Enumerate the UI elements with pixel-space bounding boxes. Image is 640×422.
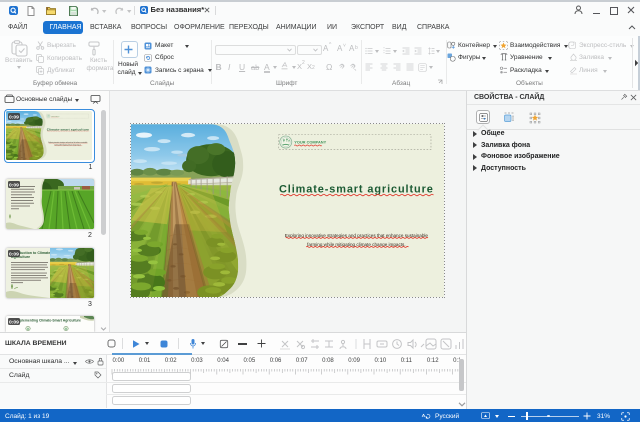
svg-text:0:03: 0:03 [191, 358, 203, 364]
svg-text:0:12: 0:12 [427, 358, 439, 364]
svg-text:0:06: 0:06 [270, 358, 282, 364]
svg-text:0:05: 0:05 [244, 358, 256, 364]
svg-text:0:08: 0:08 [322, 358, 334, 364]
svg-text:0:07: 0:07 [296, 358, 308, 364]
svg-text:0:09: 0:09 [348, 358, 360, 364]
svg-text:0:11: 0:11 [401, 358, 413, 364]
svg-text:0:00: 0:00 [113, 358, 125, 364]
svg-text:Implementing Climate-Smart Agr: Implementing Climate-Smart Agriculture [16, 319, 81, 323]
svg-text:0:02: 0:02 [165, 358, 177, 364]
svg-text:0:10: 0:10 [375, 358, 387, 364]
svg-text:0:01: 0:01 [139, 358, 151, 364]
svg-text:0:04: 0:04 [217, 358, 229, 364]
